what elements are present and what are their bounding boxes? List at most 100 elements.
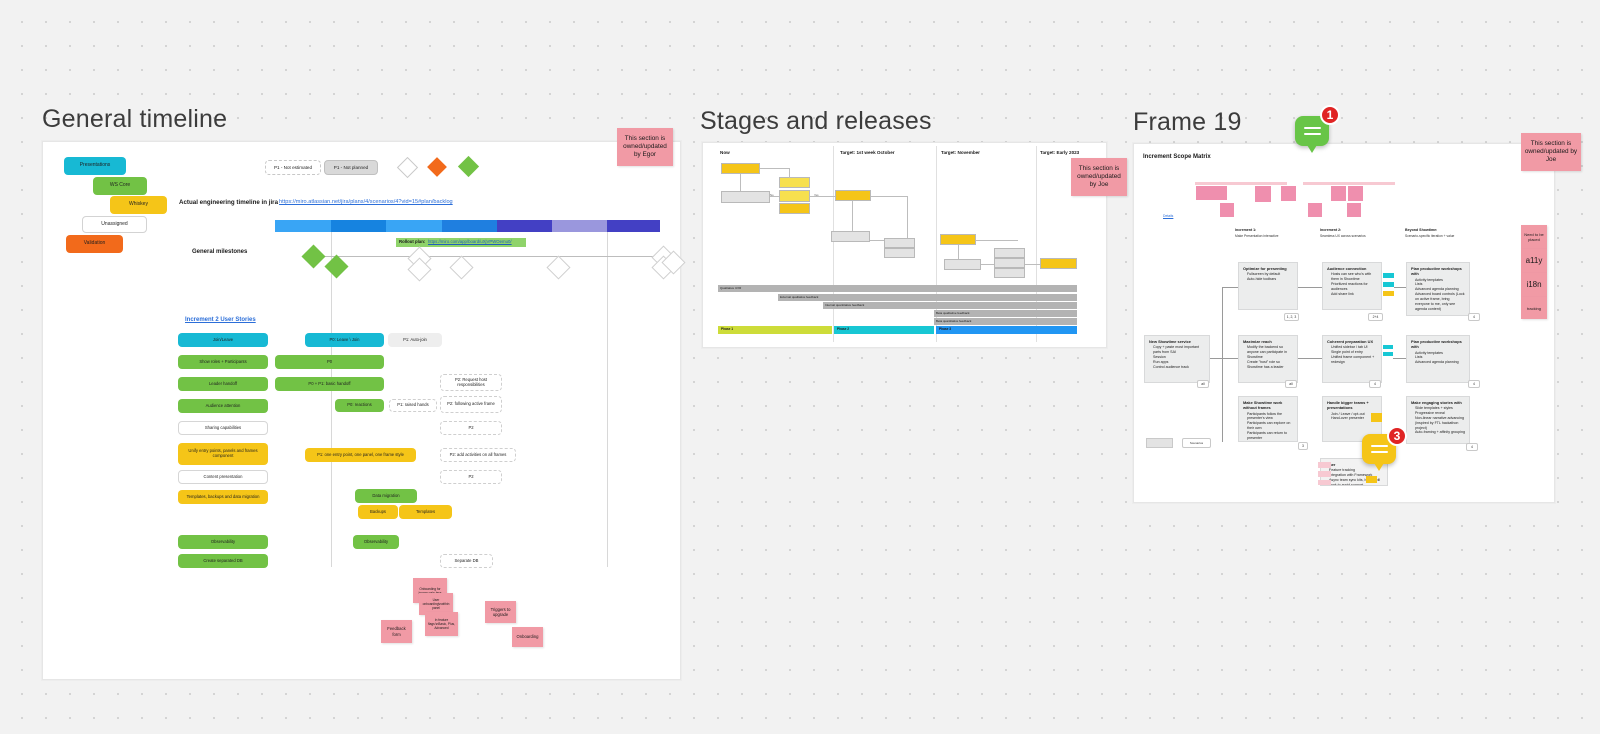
jira-timeline-link[interactable]: https://miro.atlassian.net/jira/plans/4/… bbox=[279, 199, 453, 205]
increment-2-user-stories-title[interactable]: Increment 2 User Stories bbox=[185, 317, 256, 323]
matrix-details-link[interactable]: Details bbox=[1163, 214, 1173, 218]
phase-bar-1[interactable] bbox=[718, 326, 832, 334]
legend-chip-validation[interactable]: Validation bbox=[66, 235, 123, 253]
matrix-card-tag-7[interactable]: 4 bbox=[1468, 380, 1480, 388]
flow-node-nov-2[interactable] bbox=[944, 259, 981, 270]
rollout-plan-label: Rollout plan: bbox=[399, 239, 426, 244]
flow-node-oct-4[interactable] bbox=[884, 248, 915, 258]
story-item-backups[interactable]: Backups bbox=[358, 505, 398, 519]
matrix-card-new-showtime-service[interactable]: New Showtime service Copy + paste most i… bbox=[1144, 335, 1210, 383]
phase-bar-3[interactable] bbox=[936, 326, 1077, 334]
matrix-card-bullet: Create "host" role so Showtime has a lea… bbox=[1247, 360, 1293, 370]
story-item-p0-leave-join[interactable]: P0: Leave \ Join bbox=[305, 333, 384, 347]
legend-chip-whiskey[interactable]: Whiskey bbox=[110, 196, 167, 214]
sticky-note-tracking[interactable]: tracking bbox=[1521, 297, 1547, 319]
story-theme-leader-handoff[interactable]: Leader handoff bbox=[178, 377, 268, 391]
matrix-card-audience-connection[interactable]: Audience connection Hosts can see who's … bbox=[1322, 262, 1382, 310]
feedback-bar-external-qualitative[interactable] bbox=[778, 294, 1077, 301]
sticky-note-need-to-be-placed[interactable]: Need to be placed bbox=[1521, 225, 1547, 249]
frame-title-stages-releases: Stages and releases bbox=[700, 107, 932, 135]
feedback-bar-qualitative-uxr[interactable] bbox=[718, 285, 1077, 292]
story-item-one-entry-point[interactable]: P1: one entry point, one panel, one fram… bbox=[305, 448, 416, 462]
flow-node-nov-1[interactable] bbox=[940, 234, 976, 245]
comment-badge-yellow-count[interactable]: 3 bbox=[1387, 426, 1407, 446]
story-item-p1-raised-hands[interactable]: P1: raised hands bbox=[389, 399, 437, 412]
matrix-card-tag-2[interactable]: 2+4 bbox=[1368, 313, 1383, 321]
matrix-card-tag-8[interactable]: 3 bbox=[1298, 442, 1308, 450]
flow-node-nov-4[interactable] bbox=[994, 258, 1025, 268]
matrix-card-showtime-without-frames[interactable]: Make Showtime work without frames Partic… bbox=[1238, 396, 1298, 442]
flow-node-nov-3[interactable] bbox=[994, 248, 1025, 258]
sticky-note-feedback-form[interactable]: Feedback form bbox=[381, 620, 412, 643]
story-theme-unify-entry-points[interactable]: Unify entry points, panels and frames co… bbox=[178, 443, 268, 465]
story-item-sharing-p2[interactable]: P2 bbox=[440, 421, 502, 435]
story-theme-observability[interactable]: Observability bbox=[178, 535, 268, 549]
flow-node-oct-2[interactable] bbox=[831, 231, 870, 242]
matrix-card-tag-9[interactable]: 4 bbox=[1466, 443, 1478, 451]
rollout-plan-link[interactable]: https://miro.com/app/board/uXjVPWOemu0/ bbox=[428, 239, 512, 244]
comment-badge-green-count[interactable]: 1 bbox=[1320, 105, 1340, 125]
legend-chip-ws-core[interactable]: WS Core bbox=[93, 177, 147, 195]
matrix-card-optimize-for-presenting[interactable]: Optimize for presenting Fullscreen by de… bbox=[1238, 262, 1298, 310]
owner-note-general-timeline[interactable]: This section is owned/updated by Egor bbox=[617, 128, 673, 166]
matrix-card-title: Make engaging stories with bbox=[1411, 400, 1462, 405]
matrix-top-band-2 bbox=[1303, 182, 1395, 185]
sticky-note-onboarding[interactable]: Onboarding bbox=[512, 627, 543, 647]
story-item-add-activities-all-frames[interactable]: P2: add activities on all frames bbox=[440, 448, 516, 462]
sticky-note-a11y[interactable]: a11y bbox=[1521, 249, 1547, 273]
matrix-connector-7 bbox=[1222, 287, 1223, 442]
sticky-note-triggers-upgrade[interactable]: Triggers to upgrade bbox=[485, 601, 516, 623]
story-item-templates[interactable]: Templates bbox=[399, 505, 452, 519]
legend-chip-unassigned[interactable]: Unassigned bbox=[82, 216, 147, 233]
matrix-card-plan-productive-workshops[interactable]: Plan productive workshops with Activity … bbox=[1406, 262, 1470, 316]
matrix-card-content-in-your-audience-unit[interactable]: Plan productive workshops with Activity … bbox=[1406, 335, 1470, 383]
sticky-note-i18n[interactable]: i18n bbox=[1521, 273, 1547, 297]
matrix-card-bullet: Control audience track bbox=[1153, 365, 1205, 370]
legend-chip-presentations[interactable]: Presentations bbox=[64, 157, 126, 175]
story-item-p2-following-active-frame[interactable]: P2: following active frame bbox=[440, 396, 502, 413]
flow-node-2023-1[interactable] bbox=[1040, 258, 1077, 269]
flow-node-now-4[interactable] bbox=[779, 190, 810, 202]
matrix-card-tag-6[interactable]: 4 bbox=[1369, 380, 1381, 388]
owner-note-stages-releases[interactable]: This section is owned/updated by Joe bbox=[1071, 158, 1127, 196]
owner-note-frame-19[interactable]: This section is owned/updated by Joe bbox=[1521, 133, 1581, 171]
flow-node-now-3[interactable] bbox=[779, 177, 810, 188]
timeline-segment-7 bbox=[607, 220, 660, 232]
legend-box-grey[interactable] bbox=[1146, 438, 1173, 448]
story-item-show-roles-p0[interactable]: P0 bbox=[275, 355, 384, 369]
story-theme-templates-backups[interactable]: Templates, backups and data migration bbox=[178, 490, 268, 504]
story-item-p0-reactions[interactable]: P0: reactions bbox=[335, 399, 384, 412]
flow-node-oct-1[interactable] bbox=[835, 190, 871, 201]
flow-node-now-2[interactable] bbox=[721, 191, 770, 203]
flow-node-oct-3[interactable] bbox=[884, 238, 915, 248]
story-item-request-host-responsibilities[interactable]: P2: Request host responsibilities bbox=[440, 374, 502, 391]
story-item-p1-auto-join[interactable]: P1: Auto-join bbox=[388, 333, 442, 347]
matrix-card-tag-5[interactable]: all bbox=[1285, 380, 1297, 388]
story-theme-audience-attention[interactable]: Audience attention bbox=[178, 399, 268, 413]
story-theme-sharing-capabilities[interactable]: Sharing capabilities bbox=[178, 421, 268, 435]
matrix-card-coherent-preparation-ux[interactable]: Coherent preparation UX Unified sidebar … bbox=[1322, 335, 1382, 383]
story-item-basic-handoff[interactable]: P0 + P1: basic handoff bbox=[275, 377, 384, 391]
story-item-data-migration[interactable]: Data migration bbox=[355, 489, 417, 503]
story-theme-create-separated-db[interactable]: Create separated DB bbox=[178, 554, 268, 568]
timeline-segment-4 bbox=[442, 220, 497, 232]
matrix-card-make-engaging-stories[interactable]: Make engaging stories with Slide templat… bbox=[1406, 396, 1470, 444]
matrix-card-tag-1[interactable]: 1, 2, 3 bbox=[1284, 313, 1299, 321]
story-item-content-presentation-p2[interactable]: P2 bbox=[440, 470, 502, 484]
status-chip-not-planned[interactable]: P1 - Not planned bbox=[324, 160, 378, 175]
status-chip-not-estimated[interactable]: P1 - Not estimated bbox=[265, 160, 321, 175]
matrix-card-tag-3[interactable]: 4 bbox=[1468, 313, 1480, 321]
story-theme-content-presentation[interactable]: Content presentation bbox=[178, 470, 268, 484]
story-theme-show-roles[interactable]: Show roles + Participants bbox=[178, 355, 268, 369]
matrix-card-tag-4[interactable]: all bbox=[1197, 380, 1209, 388]
story-theme-join-leave[interactable]: Join/Leave bbox=[178, 333, 268, 347]
story-item-separate-db[interactable]: Separate DB bbox=[440, 554, 493, 568]
flow-node-nov-5[interactable] bbox=[994, 268, 1025, 278]
flow-node-now-5[interactable] bbox=[779, 203, 810, 214]
feedback-bar-label-4: Beta qualitative feedback bbox=[936, 311, 970, 315]
sticky-note-feature-flags[interactable]: In feature flags:\nBasic, Plus, Advanced bbox=[425, 612, 458, 636]
matrix-card-maximize-reach[interactable]: Maximize reach Modify the backend so any… bbox=[1238, 335, 1298, 383]
flow-node-now-1[interactable] bbox=[721, 163, 760, 174]
legend-box-scenarios[interactable]: Scenarios bbox=[1182, 438, 1211, 448]
story-item-observability[interactable]: Observability bbox=[353, 535, 399, 549]
